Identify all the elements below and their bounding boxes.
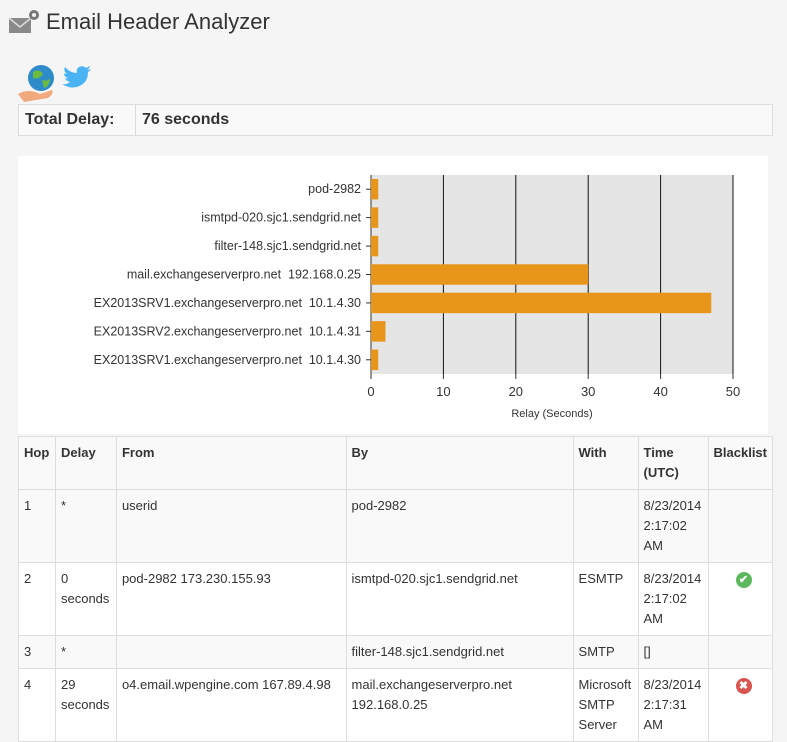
col-with: With — [572, 436, 639, 490]
table-row: 20 seconds pod-2982 173.230.155.93 ismtpd-… — [18, 562, 774, 636]
cell-by: ismtpd-020.sjc1.sendgrid.net — [345, 562, 574, 636]
cell-hop: 3 — [18, 635, 56, 669]
table-row: 3 * filter-148.sjc1.sendgrid.net SMTP[] — [18, 635, 774, 669]
y-tick-label: mail.exchangeserverpro.net 192.168.0.25 — [127, 268, 361, 282]
cell-time: [] — [637, 635, 709, 669]
bar — [371, 264, 589, 285]
page-header: Email Header Analyzer — [8, 8, 270, 36]
cell-hop: 2 — [18, 562, 56, 636]
total-delay-summary: Total Delay: 76 seconds — [18, 104, 773, 136]
cell-from: pod-2982 173.230.155.93 — [115, 562, 347, 636]
cell-from: userid — [115, 489, 347, 563]
social-links — [18, 64, 92, 104]
bar — [371, 321, 386, 342]
bar — [371, 235, 379, 257]
globe-hand-icon[interactable] — [18, 64, 56, 104]
x-tick-label: 50 — [726, 384, 740, 399]
cell-delay: * — [54, 635, 117, 669]
x-tick-label: 20 — [509, 384, 523, 399]
x-tick-label: 40 — [653, 384, 667, 399]
cell-time: 8/23/2014 2:17:02 AM — [637, 562, 709, 636]
col-by: By — [345, 436, 574, 490]
cell-blacklist — [707, 489, 774, 563]
cell-with — [572, 489, 639, 563]
twitter-bird-icon[interactable] — [62, 66, 92, 90]
cell-from: o4.email.wpengine.com 167.89.4.98 — [115, 668, 347, 742]
y-tick-label: ismtpd-020.sjc1.sendgrid.net — [201, 211, 361, 225]
bar — [371, 207, 379, 228]
cell-time: 8/23/2014 2:17:02 AM — [637, 489, 709, 563]
bar — [371, 349, 379, 371]
total-delay-value: 76 seconds — [142, 111, 230, 128]
cell-by: pod-2982 — [345, 489, 574, 563]
cell-blacklist: ✔ — [707, 562, 774, 636]
hops-table: Hop Delay From By With Time (UTC) Blackl… — [18, 436, 774, 742]
bar — [371, 178, 379, 200]
y-tick-label: EX2013SRV1.exchangeserverpro.net 10.1.4.… — [94, 353, 361, 367]
envelope-gear-icon — [8, 8, 40, 36]
cell-delay: * — [54, 489, 117, 563]
y-tick-label: EX2013SRV1.exchangeserverpro.net 10.1.4.… — [94, 296, 361, 310]
x-axis-label: Relay (Seconds) — [511, 408, 592, 420]
table-row: 4 29 seconds o4.email.wpengine.com 167.89.… — [18, 668, 774, 742]
cell-from — [115, 635, 347, 669]
y-tick-label: filter-148.sjc1.sendgrid.net — [214, 239, 361, 253]
x-circle-icon: ✖ — [735, 678, 752, 694]
total-delay-label: Total Delay: — [19, 105, 136, 135]
cell-blacklist — [707, 635, 774, 669]
cell-with: SMTP — [572, 635, 639, 669]
y-tick-label: EX2013SRV2.exchangeserverpro.net 10.1.4.… — [94, 324, 361, 338]
cell-by: mail.exchangeserverpro.net 192.168.0.25 — [345, 668, 574, 742]
page-title: Email Header Analyzer — [46, 9, 270, 34]
col-blacklist: Blacklist — [707, 436, 774, 490]
y-tick-label: pod-2982 — [308, 182, 361, 196]
col-time: Time (UTC) — [637, 436, 709, 490]
cell-hop: 1 — [18, 489, 56, 563]
table-header-row: Hop Delay From By With Time (UTC) Blackl… — [18, 436, 774, 490]
x-tick-label: 10 — [436, 384, 450, 399]
cell-with: Microsoft SMTP Server — [572, 668, 639, 742]
check-circle-icon: ✔ — [735, 572, 752, 588]
relay-delay-chart: 0 10 20 30 40 50 pod-2982 ismtpd-020.sjc1.sendg… — [18, 156, 768, 434]
cell-by: filter-148.sjc1.sendgrid.net — [345, 635, 574, 669]
x-tick-label: 30 — [581, 384, 595, 399]
cell-blacklist: ✖ — [707, 668, 774, 742]
col-hop: Hop — [18, 436, 56, 490]
x-tick-label: 0 — [367, 384, 374, 399]
table-row: 1 * userid pod-2982 8/23/2014 2:17:02 AM — [18, 489, 774, 563]
relay-chart-svg: 0 10 20 30 40 50 pod-2982 ismtpd-020.sjc1.sendg… — [94, 175, 740, 420]
cell-delay: 29 seconds — [54, 668, 117, 742]
col-from: From — [115, 436, 347, 490]
cell-hop: 4 — [18, 668, 56, 742]
cell-delay: 0 seconds — [54, 562, 117, 636]
bar — [371, 292, 712, 314]
cell-with: ESMTP — [572, 562, 639, 636]
cell-time: 8/23/2014 2:17:31 AM — [637, 668, 709, 742]
col-delay: Delay — [54, 436, 117, 490]
